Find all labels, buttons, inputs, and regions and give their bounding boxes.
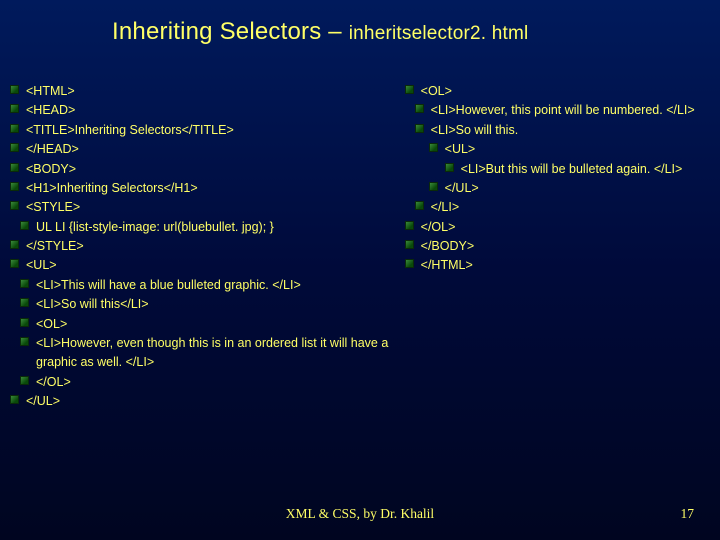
code-line-text: <TITLE>Inheriting Selectors</TITLE>	[26, 123, 234, 137]
code-line-text: </OL>	[36, 375, 71, 389]
code-line: </UL>	[8, 392, 397, 411]
title-main-text: Inheriting Selectors –	[112, 18, 349, 45]
square-bullet-icon	[405, 85, 414, 94]
code-line: <OL>	[8, 315, 397, 334]
code-line-text: </HTML>	[421, 258, 473, 272]
square-bullet-icon	[10, 143, 19, 152]
square-bullet-icon	[429, 143, 438, 152]
code-line-text: <UL>	[26, 258, 57, 272]
code-line-text: <LI>So will this.	[431, 123, 519, 137]
code-line-text: </LI>	[431, 200, 460, 214]
code-line: <STYLE>	[8, 198, 397, 217]
code-line: </LI>	[403, 198, 708, 217]
right-column: <OL> <LI>However, this point will be numb…	[403, 82, 708, 411]
code-line-text: </HEAD>	[26, 142, 79, 156]
code-line: <UL>	[8, 256, 397, 275]
code-line-text: </BODY>	[421, 239, 475, 253]
footer-text: XML & CSS, by Dr. Khalil	[0, 506, 720, 522]
code-line: </UL>	[403, 179, 708, 198]
code-line: <UL>	[403, 140, 708, 159]
square-bullet-icon	[20, 221, 29, 230]
code-line-text: </UL>	[26, 394, 60, 408]
square-bullet-icon	[10, 182, 19, 191]
code-line: </HTML>	[403, 256, 708, 275]
code-line-text: <STYLE>	[26, 200, 80, 214]
code-line: <HTML>	[8, 82, 397, 101]
code-line: </OL>	[403, 218, 708, 237]
code-line-text: <LI>But this will be bulleted again. </L…	[461, 162, 683, 176]
square-bullet-icon	[20, 298, 29, 307]
square-bullet-icon	[10, 104, 19, 113]
square-bullet-icon	[405, 240, 414, 249]
square-bullet-icon	[415, 104, 424, 113]
square-bullet-icon	[10, 124, 19, 133]
left-column: <HTML> <HEAD> <TITLE>Inheriting Selectors<…	[8, 82, 403, 411]
code-line-text: <OL>	[36, 317, 67, 331]
square-bullet-icon	[20, 279, 29, 288]
code-line-text: <LI>However, even though this is in an o…	[36, 336, 388, 369]
square-bullet-icon	[405, 221, 414, 230]
page-number: 17	[681, 506, 695, 522]
square-bullet-icon	[445, 163, 454, 172]
code-line: <LI>However, even though this is in an o…	[8, 334, 397, 373]
code-line: <OL>	[403, 82, 708, 101]
code-line: </OL>	[8, 373, 397, 392]
code-line-text: </UL>	[445, 181, 479, 195]
square-bullet-icon	[10, 259, 19, 268]
square-bullet-icon	[20, 337, 29, 346]
code-line-text: <LI>This will have a blue bulleted graph…	[36, 278, 301, 292]
code-line: <TITLE>Inheriting Selectors</TITLE>	[8, 121, 397, 140]
code-line-text: <HTML>	[26, 84, 75, 98]
slide-title: Inheriting Selectors – inheritselector2.…	[112, 18, 528, 46]
code-line-text: <BODY>	[26, 162, 76, 176]
code-line-text: UL LI {list-style-image: url(bluebullet.…	[36, 220, 274, 234]
code-line: </BODY>	[403, 237, 708, 256]
code-line: </STYLE>	[8, 237, 397, 256]
code-line: <LI>But this will be bulleted again. </L…	[403, 160, 708, 179]
title-sub-text: inheritselector2. html	[349, 23, 529, 44]
code-line-text: <OL>	[421, 84, 452, 98]
square-bullet-icon	[415, 201, 424, 210]
code-line-text: <LI>However, this point will be numbered…	[431, 103, 695, 117]
square-bullet-icon	[429, 182, 438, 191]
square-bullet-icon	[10, 85, 19, 94]
code-line: <BODY>	[8, 160, 397, 179]
square-bullet-icon	[405, 259, 414, 268]
code-line: <HEAD>	[8, 101, 397, 120]
code-line: UL LI {list-style-image: url(bluebullet.…	[8, 218, 397, 237]
square-bullet-icon	[20, 318, 29, 327]
code-line-text: <H1>Inheriting Selectors</H1>	[26, 181, 198, 195]
code-line-text: </STYLE>	[26, 239, 84, 253]
slide: Inheriting Selectors – inheritselector2.…	[0, 0, 720, 540]
code-line: </HEAD>	[8, 140, 397, 159]
code-line-text: <LI>So will this</LI>	[36, 297, 149, 311]
square-bullet-icon	[20, 376, 29, 385]
code-line-text: <UL>	[445, 142, 476, 156]
square-bullet-icon	[10, 163, 19, 172]
square-bullet-icon	[415, 124, 424, 133]
code-line-text: <HEAD>	[26, 103, 75, 117]
content-columns: <HTML> <HEAD> <TITLE>Inheriting Selectors<…	[8, 82, 708, 411]
square-bullet-icon	[10, 201, 19, 210]
code-line: <LI>So will this.	[403, 121, 708, 140]
square-bullet-icon	[10, 395, 19, 404]
code-line-text: </OL>	[421, 220, 456, 234]
code-line: <LI>However, this point will be numbered…	[403, 101, 708, 120]
square-bullet-icon	[10, 240, 19, 249]
code-line: <H1>Inheriting Selectors</H1>	[8, 179, 397, 198]
code-line: <LI>This will have a blue bulleted graph…	[8, 276, 397, 295]
code-line: <LI>So will this</LI>	[8, 295, 397, 314]
